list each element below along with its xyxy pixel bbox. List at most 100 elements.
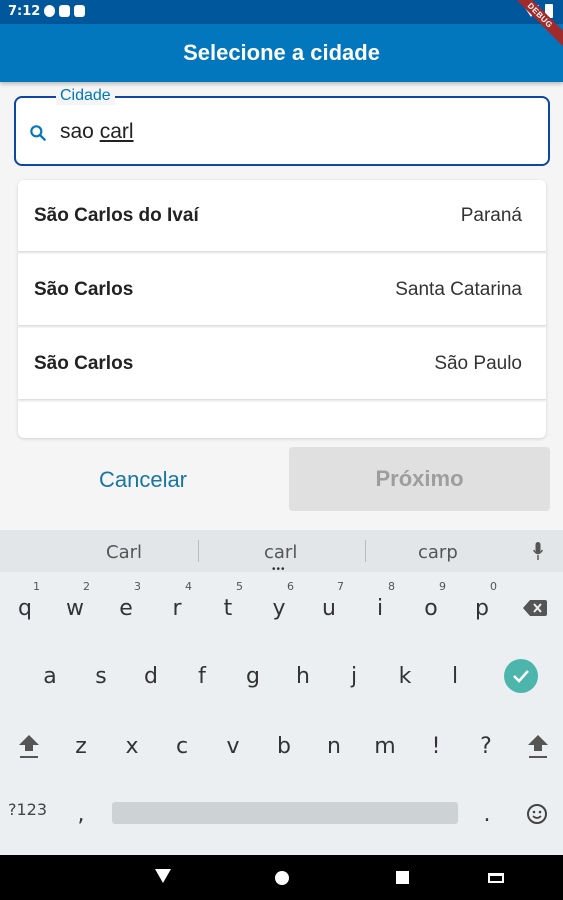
key-f[interactable]: f bbox=[179, 646, 225, 706]
key-s[interactable]: s bbox=[78, 646, 124, 706]
key-g[interactable]: g bbox=[230, 646, 276, 706]
search-text: sao bbox=[60, 120, 100, 143]
key-label: t bbox=[223, 595, 233, 621]
key-question[interactable]: ? bbox=[463, 716, 509, 776]
debug-banner-label: DEBUG bbox=[504, 0, 563, 52]
emoji-icon bbox=[527, 804, 547, 824]
key-hint: 2 bbox=[83, 580, 90, 593]
key-t[interactable]: t5 bbox=[205, 578, 251, 638]
key-hint: 0 bbox=[490, 580, 497, 593]
backspace-icon bbox=[523, 600, 547, 616]
city-search-field[interactable]: Cidade sao carl bbox=[14, 87, 550, 166]
suggestion-strip: Carl carl carp ••• bbox=[0, 530, 563, 575]
shift-icon bbox=[19, 735, 39, 758]
key-label: q bbox=[18, 595, 32, 621]
key-w[interactable]: w2 bbox=[52, 578, 98, 638]
recents-icon[interactable] bbox=[396, 871, 409, 884]
key-label: o bbox=[424, 595, 438, 621]
status-time: 7:12 bbox=[8, 4, 41, 19]
backspace-key[interactable] bbox=[512, 578, 558, 638]
key-u[interactable]: u7 bbox=[306, 578, 352, 638]
space-bar[interactable] bbox=[112, 802, 458, 824]
keyboard-switch-icon[interactable] bbox=[488, 873, 504, 883]
key-hint: 1 bbox=[33, 580, 40, 593]
city-name: São Carlos do Ivaí bbox=[34, 204, 199, 226]
key-m[interactable]: m bbox=[362, 716, 408, 776]
app-bar: Selecione a cidade bbox=[0, 24, 563, 82]
suggestion-divider bbox=[365, 540, 366, 562]
done-icon bbox=[504, 659, 538, 693]
enter-key[interactable] bbox=[498, 646, 544, 706]
key-o[interactable]: o9 bbox=[408, 578, 454, 638]
suggestion-3[interactable]: carp bbox=[418, 542, 458, 563]
key-label: e bbox=[119, 595, 133, 621]
period-key[interactable]: . bbox=[464, 784, 510, 844]
key-hint: 7 bbox=[337, 580, 344, 593]
key-c[interactable]: c bbox=[159, 716, 205, 776]
list-item[interactable]: São Carlos Santa Catarina bbox=[18, 254, 546, 326]
key-label: i bbox=[376, 595, 384, 621]
list-item[interactable]: São Carlos do Ivaí Paraná bbox=[18, 180, 546, 252]
comma-key[interactable]: , bbox=[58, 784, 104, 844]
key-x[interactable]: x bbox=[109, 716, 155, 776]
suggestion-divider bbox=[198, 540, 199, 562]
key-i[interactable]: i8 bbox=[357, 578, 403, 638]
key-label: w bbox=[66, 595, 84, 621]
notification-app-icon bbox=[59, 5, 70, 17]
key-hint: 5 bbox=[236, 580, 243, 593]
state-name: São Paulo bbox=[434, 352, 522, 374]
city-search-input[interactable]: sao carl bbox=[60, 120, 134, 144]
shift-icon bbox=[528, 735, 548, 758]
key-label: u bbox=[322, 595, 336, 621]
search-icon bbox=[30, 125, 46, 141]
suggestion-2[interactable]: carl bbox=[264, 542, 297, 563]
key-n[interactable]: n bbox=[311, 716, 357, 776]
key-exclamation[interactable]: ! bbox=[413, 716, 459, 776]
search-composing-text: carl bbox=[99, 120, 134, 143]
key-q[interactable]: q1 bbox=[2, 578, 48, 638]
key-a[interactable]: a bbox=[27, 646, 73, 706]
key-y[interactable]: y6 bbox=[256, 578, 302, 638]
debug-banner: DEBUG bbox=[503, 0, 563, 60]
shift-key-right[interactable] bbox=[515, 716, 561, 776]
key-hint: 6 bbox=[287, 580, 294, 593]
key-b[interactable]: b bbox=[261, 716, 307, 776]
key-e[interactable]: e3 bbox=[103, 578, 149, 638]
city-name: São Carlos bbox=[34, 278, 134, 300]
key-hint: 8 bbox=[388, 580, 395, 593]
key-h[interactable]: h bbox=[280, 646, 326, 706]
system-nav-bar bbox=[0, 855, 563, 900]
key-d[interactable]: d bbox=[128, 646, 174, 706]
notification-icons bbox=[44, 5, 85, 17]
key-j[interactable]: j bbox=[331, 646, 377, 706]
key-z[interactable]: z bbox=[58, 716, 104, 776]
suggestion-1[interactable]: Carl bbox=[106, 542, 142, 563]
key-hint: 4 bbox=[185, 580, 192, 593]
soft-keyboard: Carl carl carp ••• ?123 , . q 1 w 2 e 3 … bbox=[0, 530, 563, 855]
home-icon[interactable] bbox=[275, 871, 289, 885]
key-l[interactable]: l bbox=[432, 646, 478, 706]
page-title: Selecione a cidade bbox=[183, 40, 380, 65]
key-label: p bbox=[475, 595, 489, 621]
key-r[interactable]: r4 bbox=[154, 578, 200, 638]
city-field-label: Cidade bbox=[56, 87, 115, 105]
results-list: São Carlos do Ivaí Paraná São Carlos San… bbox=[18, 180, 546, 438]
key-hint: 9 bbox=[439, 580, 446, 593]
mic-icon[interactable] bbox=[533, 542, 543, 560]
notification-g-icon bbox=[44, 5, 55, 17]
shift-key[interactable] bbox=[6, 716, 52, 776]
key-label: y bbox=[272, 595, 286, 621]
symbols-key[interactable]: ?123 bbox=[8, 800, 47, 819]
emoji-key[interactable] bbox=[514, 784, 560, 844]
city-name: São Carlos bbox=[34, 352, 134, 374]
key-p[interactable]: p0 bbox=[459, 578, 505, 638]
cancel-button[interactable]: Cancelar bbox=[38, 450, 248, 510]
list-item[interactable]: São Carlos São Paulo bbox=[18, 328, 546, 400]
back-icon[interactable] bbox=[155, 869, 171, 883]
key-v[interactable]: v bbox=[210, 716, 256, 776]
key-k[interactable]: k bbox=[382, 646, 428, 706]
state-name: Santa Catarina bbox=[395, 278, 522, 300]
next-button[interactable]: Próximo bbox=[289, 447, 550, 511]
sd-card-icon bbox=[74, 5, 85, 17]
more-suggestions-icon[interactable]: ••• bbox=[272, 564, 286, 575]
